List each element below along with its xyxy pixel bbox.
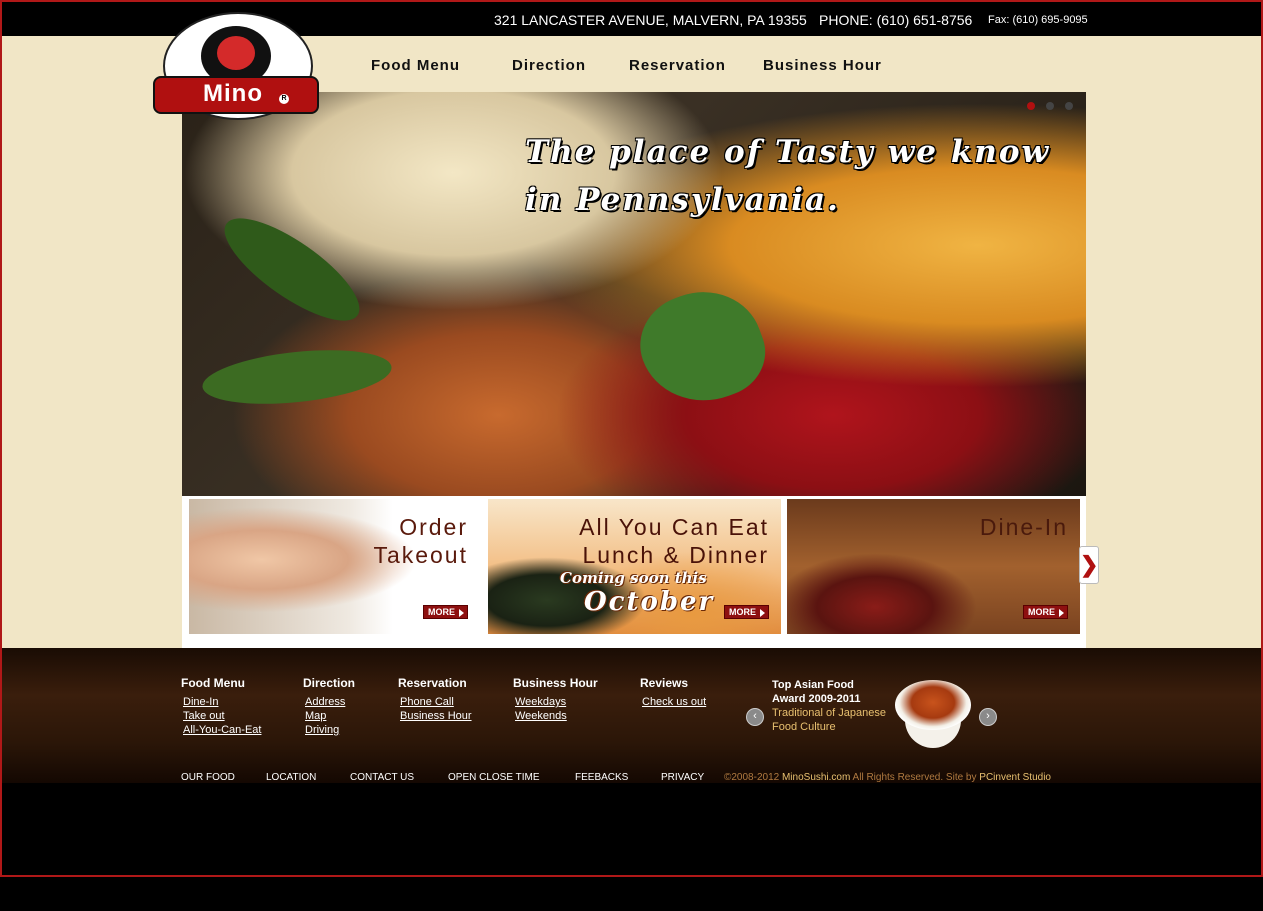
page-frame: 321 LANCASTER AVENUE, MALVERN, PA 19355 … bbox=[0, 0, 1263, 877]
promo-title-line1: All You Can Eat bbox=[579, 514, 769, 540]
award-text: Top Asian Food Award 2009-2011 Tradition… bbox=[772, 678, 886, 734]
promo-next-arrow-icon[interactable]: ❯ bbox=[1079, 546, 1099, 584]
footer-link[interactable]: Map bbox=[305, 709, 355, 723]
nav-business-hour[interactable]: Business Hour bbox=[763, 57, 882, 74]
copyright: ©2008-2012 MinoSushi.com All Rights Rese… bbox=[724, 772, 1051, 783]
footer-col-direction: Direction Address Map Driving bbox=[303, 676, 355, 737]
award-line2: Award 2009-2011 bbox=[772, 693, 861, 705]
hero-slideshow[interactable]: The place of Tasty we know in Pennsylvan… bbox=[182, 92, 1086, 496]
footer-link[interactable]: Address bbox=[305, 695, 355, 709]
award-line4: Food Culture bbox=[772, 721, 836, 733]
footer-col-reservation: Reservation Phone Call Business Hour bbox=[398, 676, 472, 723]
footer-nav-location[interactable]: LOCATION bbox=[266, 772, 316, 783]
award-prev-icon[interactable]: ‹ bbox=[746, 708, 764, 726]
promo-title: All You Can Eat Lunch & Dinner bbox=[579, 513, 769, 569]
promo-title: Order Takeout bbox=[373, 513, 468, 569]
bowl-rim bbox=[895, 680, 971, 730]
footer-link[interactable]: Phone Call bbox=[400, 695, 472, 709]
hero-shiso-leaf bbox=[626, 274, 778, 420]
footer-link[interactable]: Weekends bbox=[515, 709, 598, 723]
more-button[interactable]: MORE bbox=[1023, 605, 1068, 619]
footer-col-title: Food Menu bbox=[181, 676, 245, 690]
promo-title-line1: Dine-In bbox=[979, 514, 1068, 540]
coming-soon-text: Coming soon this bbox=[560, 569, 707, 587]
copyright-site-link[interactable]: MinoSushi.com bbox=[782, 772, 850, 783]
hero-leaf bbox=[210, 201, 374, 338]
footer-link[interactable]: Driving bbox=[305, 723, 355, 737]
footer-col-reviews: Reviews Check us out bbox=[640, 676, 706, 709]
nav-food-menu[interactable]: Food Menu bbox=[371, 57, 460, 74]
promo-all-you-can-eat[interactable]: All You Can Eat Lunch & Dinner Coming so… bbox=[488, 499, 781, 634]
phone-text: PHONE: (610) 651-8756 bbox=[819, 12, 973, 28]
promo-title-line2: Lunch & Dinner bbox=[582, 542, 769, 568]
footer-col-title: Business Hour bbox=[513, 676, 598, 690]
footer-link[interactable]: Check us out bbox=[642, 695, 706, 709]
copyright-mid: All Rights Reserved. Site by bbox=[850, 772, 980, 783]
slide-dot-2[interactable] bbox=[1046, 102, 1054, 110]
footer-link[interactable]: Dine-In bbox=[183, 695, 261, 709]
footer-nav-contact-us[interactable]: CONTACT US bbox=[350, 772, 414, 783]
logo-name: Mino bbox=[203, 80, 263, 107]
footer: Food Menu Dine-In Take out All-You-Can-E… bbox=[2, 648, 1261, 783]
footer-col-title: Reviews bbox=[640, 676, 689, 690]
footer-col-business-hour: Business Hour Weekdays Weekends bbox=[513, 676, 598, 723]
hero-leaf bbox=[199, 342, 395, 412]
footer-link[interactable]: All-You-Can-Eat bbox=[183, 723, 261, 737]
address-text: 321 LANCASTER AVENUE, MALVERN, PA 19355 bbox=[494, 12, 807, 28]
copyright-prefix: ©2008-2012 bbox=[724, 772, 782, 783]
hero-tagline-line2: in Pennsylvania. bbox=[525, 182, 840, 218]
footer-nav-privacy[interactable]: PRIVACY bbox=[661, 772, 704, 783]
footer-col-title: Reservation bbox=[398, 676, 467, 690]
promo-strip: Order Takeout MORE All You Can Eat Lunch… bbox=[182, 496, 1086, 648]
footer-nav-open-close-time[interactable]: OPEN CLOSE TIME bbox=[448, 772, 540, 783]
mino-logo[interactable]: Mino R bbox=[153, 12, 321, 120]
award-line1: Top Asian Food bbox=[772, 679, 854, 691]
copyright-studio-link[interactable]: PCinvent Studio bbox=[979, 772, 1051, 783]
footer-link[interactable]: Business Hour bbox=[400, 709, 472, 723]
promo-title-line2: Takeout bbox=[373, 542, 468, 568]
footer-link[interactable]: Take out bbox=[183, 709, 261, 723]
slide-dot-1[interactable] bbox=[1027, 102, 1035, 110]
coming-soon-month: October bbox=[584, 587, 715, 617]
footer-col-title: Direction bbox=[303, 676, 356, 690]
award-next-icon[interactable]: › bbox=[979, 708, 997, 726]
nav-direction[interactable]: Direction bbox=[512, 57, 586, 74]
promo-title: Dine-In bbox=[980, 513, 1068, 541]
hero-tagline: The place of Tasty we know in Pennsylvan… bbox=[525, 128, 1050, 224]
award-line3: Traditional of Japanese bbox=[772, 707, 886, 719]
more-button[interactable]: MORE bbox=[724, 605, 769, 619]
fax-text: Fax: (610) 695-9095 bbox=[988, 14, 1088, 26]
registered-mark: R bbox=[279, 94, 289, 104]
footer-col-food-menu: Food Menu Dine-In Take out All-You-Can-E… bbox=[181, 676, 261, 737]
nav-reservation[interactable]: Reservation bbox=[629, 57, 726, 74]
footer-nav-feebacks[interactable]: FEEBACKS bbox=[575, 772, 628, 783]
promo-title-line1: Order bbox=[399, 514, 468, 540]
footer-link[interactable]: Weekdays bbox=[515, 695, 598, 709]
hero-tagline-line1: The place of Tasty we know bbox=[525, 134, 1051, 170]
footer-nav-our-food[interactable]: OUR FOOD bbox=[181, 772, 235, 783]
slide-dot-3[interactable] bbox=[1065, 102, 1073, 110]
more-button[interactable]: MORE bbox=[423, 605, 468, 619]
promo-order-takeout[interactable]: Order Takeout MORE bbox=[189, 499, 480, 634]
noodle-bowl-icon bbox=[895, 680, 971, 750]
promo-dine-in[interactable]: Dine-In MORE bbox=[787, 499, 1080, 634]
